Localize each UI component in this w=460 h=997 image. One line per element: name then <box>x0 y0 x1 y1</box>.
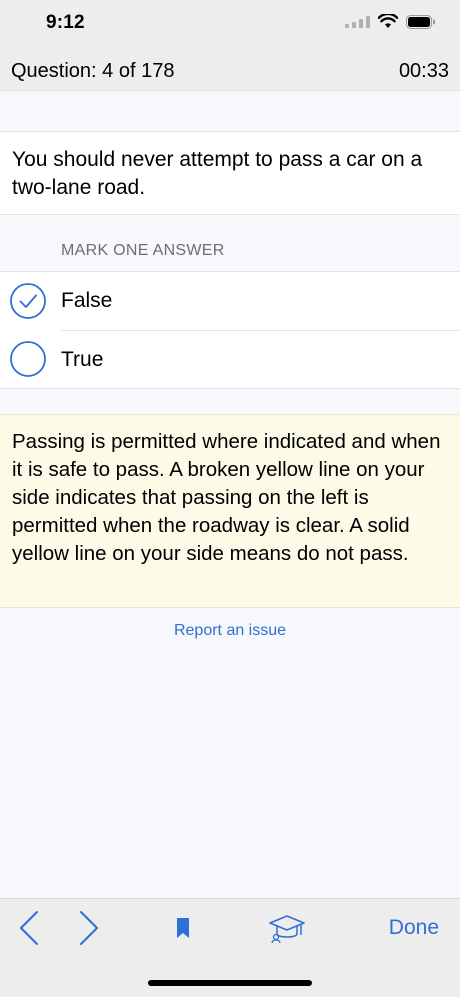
question-text: You should never attempt to pass a car o… <box>12 148 423 199</box>
wifi-icon <box>378 14 398 28</box>
done-button[interactable]: Done <box>389 916 439 940</box>
report-issue-link[interactable]: Report an issue <box>0 622 460 640</box>
question-counter: Question: 4 of 178 <box>11 60 175 82</box>
bookmark-icon[interactable] <box>176 917 190 939</box>
signal-icon <box>345 15 370 28</box>
timer: 00:33 <box>398 60 449 82</box>
home-indicator <box>148 980 312 986</box>
status-icons <box>345 14 436 29</box>
answers-list: False True <box>0 271 460 389</box>
chevron-left-icon[interactable] <box>18 910 40 946</box>
quiz-header: Question: 4 of 178 00:33 <box>0 52 460 91</box>
empty-radio-icon[interactable] <box>10 341 46 377</box>
battery-icon <box>406 14 435 29</box>
checkmark-radio-icon[interactable] <box>10 283 46 319</box>
answer-option-false[interactable]: False <box>0 272 460 330</box>
answer-label-container: False <box>61 272 460 330</box>
answer-label: False <box>61 289 113 312</box>
graduation-cap-icon[interactable] <box>268 913 306 943</box>
status-time: 9:12 <box>46 12 85 33</box>
status-bar: 9:12 <box>0 0 460 52</box>
answer-option-true[interactable]: True <box>0 330 460 388</box>
chevron-right-icon[interactable] <box>78 910 100 946</box>
answer-label-container: True <box>61 330 460 388</box>
answers-heading: MARK ONE ANSWER <box>61 242 225 259</box>
answer-label: True <box>61 348 104 371</box>
question-card: You should never attempt to pass a car o… <box>0 131 460 215</box>
explanation-text: Passing is permitted where indicated and… <box>12 430 441 565</box>
explanation-card: Passing is permitted where indicated and… <box>0 414 460 608</box>
